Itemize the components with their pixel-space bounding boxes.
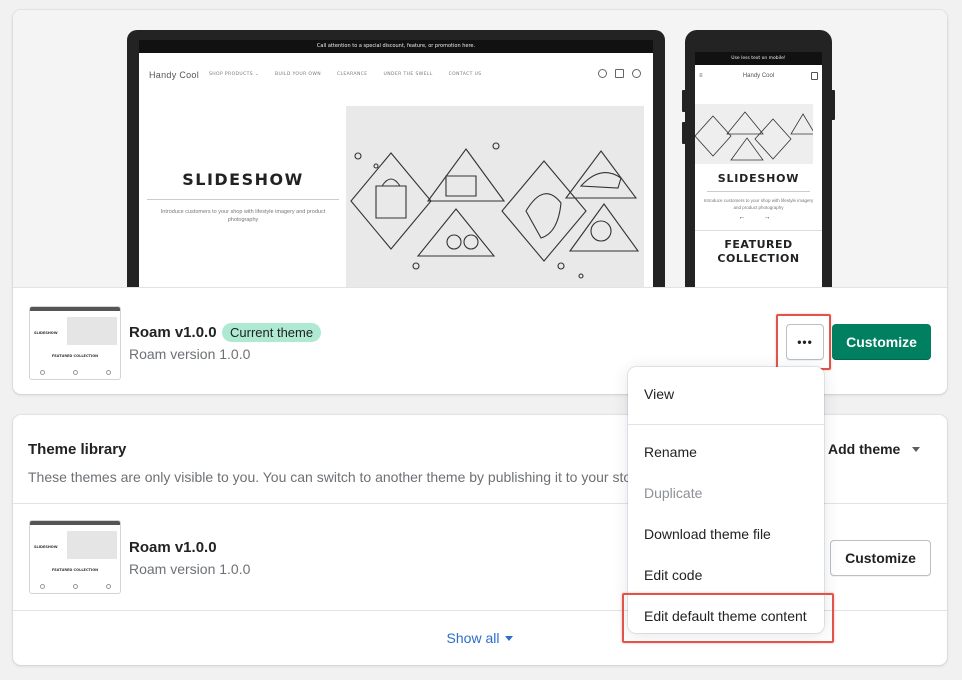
menu-item-download-theme-file[interactable]: Download theme file bbox=[644, 526, 771, 542]
slideshow-text-block: SLIDESHOW Introduce customers to your sh… bbox=[147, 170, 339, 224]
mobile-slideshow-divider bbox=[707, 191, 810, 192]
customize-current-theme-button[interactable]: Customize bbox=[832, 324, 931, 360]
mobile-store-logo: Handy Cool bbox=[742, 73, 775, 79]
store-header: Handy Cool SHOP PRODUCTS ⌄ BUILD YOUR OW… bbox=[139, 53, 653, 99]
customize-library-theme-button[interactable]: Customize bbox=[830, 540, 931, 576]
desktop-preview: Call attention to a special discount, fe… bbox=[127, 30, 665, 287]
cart-icon bbox=[811, 72, 818, 80]
thumbnail-featured-label: FEATURED COLLECTION bbox=[51, 568, 99, 572]
edit-default-content-highlight bbox=[622, 593, 834, 643]
current-theme-name: Roam v1.0.0 bbox=[129, 324, 217, 341]
desktop-preview-screen: Call attention to a special discount, fe… bbox=[139, 40, 653, 287]
slideshow-divider bbox=[147, 199, 339, 200]
mobile-slideshow-title: SLIDESHOW bbox=[717, 172, 800, 185]
store-logo: Handy Cool bbox=[149, 70, 200, 80]
current-theme-version: Roam version 1.0.0 bbox=[129, 346, 251, 362]
theme-library-title: Theme library bbox=[28, 441, 127, 458]
thumbnail-featured-label: FEATURED COLLECTION bbox=[51, 354, 99, 358]
chevron-down-icon bbox=[912, 446, 921, 452]
show-all-label: Show all bbox=[446, 630, 500, 646]
thumbnail-slideshow-label: SLIDESHOW bbox=[34, 331, 58, 335]
slideshow-illustration bbox=[346, 106, 644, 287]
phone-side-button bbox=[682, 122, 686, 144]
search-icon bbox=[598, 69, 607, 78]
theme-preview: Call attention to a special discount, fe… bbox=[13, 10, 947, 288]
announcement-bar: Call attention to a special discount, fe… bbox=[139, 40, 653, 53]
thumbnail-slideshow-label: SLIDESHOW bbox=[34, 545, 58, 549]
phone-side-button bbox=[831, 90, 835, 120]
library-theme-version: Roam version 1.0.0 bbox=[129, 561, 251, 577]
slideshow-title: SLIDESHOW bbox=[182, 170, 304, 189]
account-icon bbox=[632, 69, 641, 78]
add-theme-label: Add theme bbox=[828, 441, 901, 457]
store-nav-item: SHOP PRODUCTS ⌄ bbox=[209, 72, 260, 77]
current-theme-badge: Current theme bbox=[222, 323, 322, 342]
menu-item-duplicate: Duplicate bbox=[644, 485, 703, 501]
phone-side-button bbox=[682, 90, 686, 112]
library-theme-thumbnail: SLIDESHOW FEATURED COLLECTION bbox=[29, 520, 121, 594]
mobile-slideshow-illustration bbox=[695, 104, 816, 164]
store-nav-item: BUILD YOUR OWN bbox=[275, 72, 321, 77]
mobile-section-divider bbox=[695, 230, 822, 231]
mobile-announcement-bar: Use less text on mobile! bbox=[695, 52, 822, 65]
theme-library-description: These themes are only visible to you. Yo… bbox=[28, 469, 632, 485]
actions-button-highlight bbox=[776, 314, 831, 370]
store-nav-item: CLEARANCE bbox=[336, 72, 368, 77]
store-icons bbox=[598, 69, 641, 78]
mobile-preview-screen: Use less text on mobile! ≡ Handy Cool SL… bbox=[695, 52, 822, 287]
mobile-featured-collection-title: FEATURED COLLECTION bbox=[717, 238, 800, 265]
add-theme-button[interactable]: Add theme bbox=[828, 441, 921, 457]
menu-item-edit-code[interactable]: Edit code bbox=[644, 567, 702, 583]
menu-item-view[interactable]: View bbox=[644, 386, 674, 402]
store-nav: SHOP PRODUCTS ⌄ BUILD YOUR OWN CLEARANCE… bbox=[209, 72, 482, 77]
mobile-slideshow-subtitle: Introduce customers to your shop with li… bbox=[703, 198, 814, 210]
mobile-slideshow-arrows: ← → bbox=[738, 214, 779, 221]
current-theme-thumbnail: SLIDESHOW FEATURED COLLECTION bbox=[29, 306, 121, 380]
cart-icon bbox=[615, 69, 624, 78]
slideshow-subtitle: Introduce customers to your shop with li… bbox=[160, 209, 326, 223]
menu-item-rename[interactable]: Rename bbox=[644, 444, 697, 460]
mobile-preview: Use less text on mobile! ≡ Handy Cool SL… bbox=[682, 30, 835, 287]
menu-divider bbox=[628, 424, 824, 425]
store-nav-item: UNDER THE SWELL bbox=[383, 72, 433, 77]
library-theme-name: Roam v1.0.0 bbox=[129, 539, 217, 556]
store-nav-item: CONTACT US bbox=[448, 72, 482, 77]
chevron-down-icon bbox=[505, 636, 514, 641]
